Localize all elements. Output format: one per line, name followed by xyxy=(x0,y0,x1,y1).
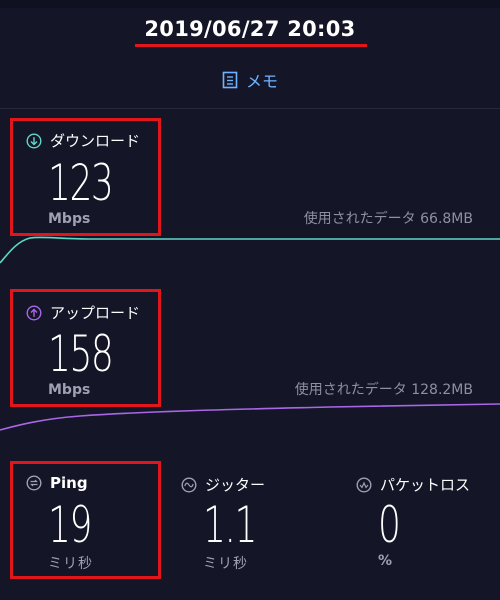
ping-icon xyxy=(26,475,42,491)
upload-speed-graph xyxy=(0,403,500,431)
download-speed-value: 123 xyxy=(48,154,114,212)
packet-loss-value: 0 xyxy=(378,496,401,554)
ping-label-row: Ping xyxy=(26,474,88,492)
ping-label: Ping xyxy=(50,474,88,492)
memo-icon xyxy=(222,71,238,89)
header-divider xyxy=(0,108,500,109)
packet-loss-unit: % xyxy=(378,553,393,569)
ping-value: 19 xyxy=(48,496,92,554)
memo-label: メモ xyxy=(245,72,278,91)
jitter-value: 1.1 xyxy=(203,496,257,554)
upload-speed-value: 158 xyxy=(48,325,114,383)
jitter-wave-icon xyxy=(181,476,197,493)
upload-label: アップロード xyxy=(50,304,141,322)
packet-loss-label: パケットロス xyxy=(380,476,471,494)
packet-loss-icon xyxy=(356,476,372,493)
download-speed-graph xyxy=(0,236,500,264)
ping-unit: ミリ秒 xyxy=(48,556,93,572)
jitter-label: ジッター xyxy=(205,476,266,494)
upload-arrow-icon xyxy=(26,304,42,321)
jitter-label-row: ジッター xyxy=(181,474,265,495)
packet-loss-label-row: パケットロス xyxy=(356,474,470,495)
jitter-unit: ミリ秒 xyxy=(203,556,248,572)
download-label: ダウンロード xyxy=(50,132,141,150)
upload-label-row: アップロード xyxy=(26,302,140,323)
memo-button[interactable]: メモ xyxy=(0,68,500,92)
status-bar-strip xyxy=(0,0,500,8)
datetime-highlight-underline xyxy=(135,44,367,47)
download-label-row: ダウンロード xyxy=(26,130,140,151)
download-arrow-icon xyxy=(26,132,42,149)
test-datetime: 2019/06/27 20:03 xyxy=(144,17,356,41)
